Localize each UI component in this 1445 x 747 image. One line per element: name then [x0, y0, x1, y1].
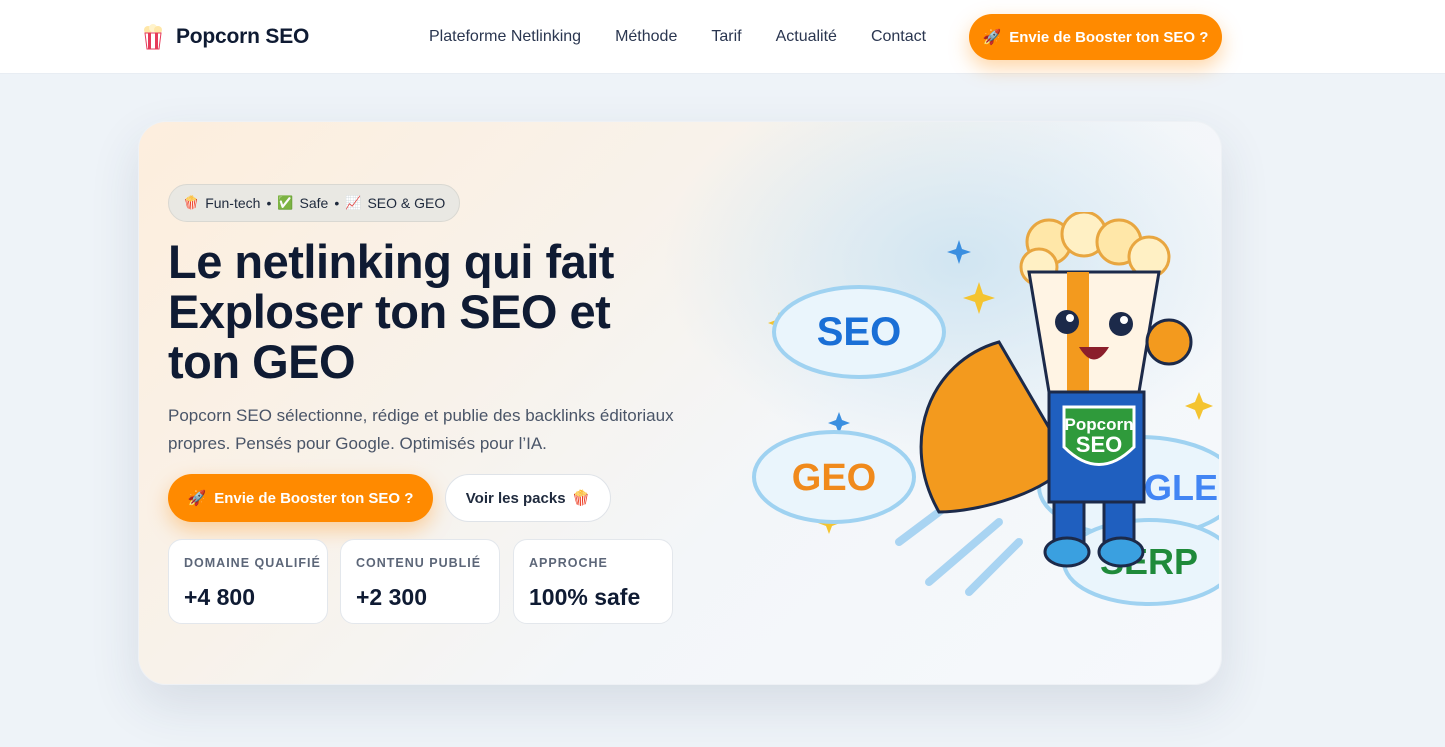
tagline-part-safe: Safe: [299, 195, 329, 211]
header-cta-label: Envie de Booster ton SEO ?: [1009, 28, 1209, 46]
stat-card-content: CONTENU PUBLIÉ +2 300: [340, 539, 500, 624]
stat-label: APPROCHE: [529, 556, 608, 570]
tagline-pill: 🍿 Fun-tech • ✅ Safe • 📈 SEO & GEO: [168, 184, 461, 222]
geo-cloud: GEO: [752, 430, 916, 524]
see-packs-button[interactable]: Voir les packs 🍿: [445, 474, 611, 522]
nav-item-contact[interactable]: Contact: [871, 28, 926, 46]
stat-value: 100% safe: [529, 584, 641, 610]
svg-text:SEO: SEO: [1076, 432, 1122, 457]
stat-card-domains: DOMAINE QUALIFIÉ +4 800: [168, 539, 328, 624]
nav-item-plateforme[interactable]: Plateforme Netlinking: [429, 28, 581, 46]
stat-label: DOMAINE QUALIFIÉ: [184, 556, 321, 570]
svg-text:SEO: SEO: [817, 310, 901, 354]
hero-headline: Le netlinking qui fait Exploser ton SEO …: [168, 235, 614, 388]
rocket-icon: 🚀: [187, 490, 207, 507]
stat-label: CONTENU PUBLIÉ: [356, 556, 482, 570]
seo-cloud: SEO: [772, 285, 946, 379]
brand-name: Popcorn SEO: [176, 25, 310, 48]
brand-logo-link[interactable]: Popcorn SEO: [142, 24, 309, 50]
tagline-part-seo-geo: SEO & GEO: [367, 195, 446, 211]
serp-cloud: SERP: [1062, 518, 1219, 606]
tagline-separator: •: [334, 195, 340, 211]
stat-value: +2 300: [356, 584, 427, 610]
rocket-icon: 🚀: [982, 29, 1002, 46]
stat-card-approach: APPROCHE 100% safe: [513, 539, 673, 624]
header-cta-button[interactable]: 🚀 Envie de Booster ton SEO ?: [969, 14, 1222, 60]
hero-card: 🍿 Fun-tech • ✅ Safe • 📈 SEO & GEO Le net…: [138, 121, 1222, 685]
main-nav: Plateforme Netlinking Méthode Tarif Actu…: [429, 28, 960, 46]
tagline-part-funtech: Fun-tech: [205, 195, 261, 211]
nav-item-methode[interactable]: Méthode: [615, 28, 677, 46]
tagline-separator: •: [266, 195, 272, 211]
hero-primary-cta-button[interactable]: 🚀 Envie de Booster ton SEO ?: [168, 474, 433, 522]
stat-value: +4 800: [184, 584, 255, 610]
mascot-bucket: [1027, 270, 1161, 394]
popcorn-icon: 🍿: [571, 490, 591, 507]
nav-item-actualite[interactable]: Actualité: [776, 28, 837, 46]
check-icon: ✅: [277, 195, 294, 210]
mascot-illustration: SEO GEO GOOGLE SERP: [752, 212, 1219, 606]
svg-text:GEO: GEO: [792, 457, 876, 499]
nav-item-tarif[interactable]: Tarif: [711, 28, 741, 46]
hero-primary-cta-label: Envie de Booster ton SEO ?: [214, 489, 414, 507]
site-header: Popcorn SEO Plateforme Netlinking Méthod…: [0, 0, 1445, 74]
see-packs-label: Voir les packs: [465, 489, 566, 507]
chart-icon: 📈: [345, 195, 362, 210]
hero-subtitle: Popcorn SEO sélectionne, rédige et publi…: [168, 406, 674, 453]
popcorn-icon: [144, 24, 162, 50]
popcorn-icon: 🍿: [183, 195, 200, 210]
